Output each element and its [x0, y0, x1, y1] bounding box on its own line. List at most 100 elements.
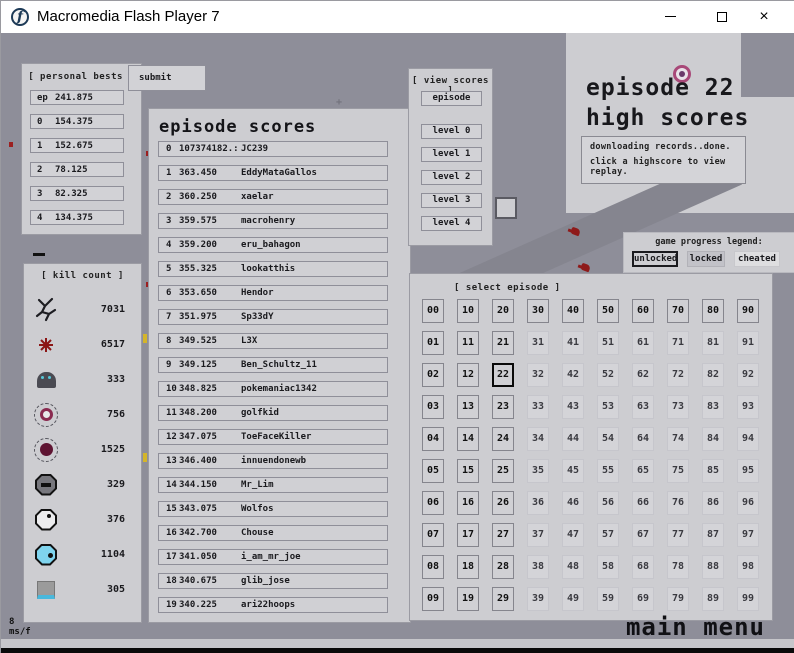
episode-cell-70[interactable]: 70 — [667, 299, 689, 323]
episode-cell-78[interactable]: 78 — [667, 555, 689, 579]
episode-cell-52[interactable]: 52 — [597, 363, 619, 387]
episode-cell-74[interactable]: 74 — [667, 427, 689, 451]
highscore-row[interactable]: 16342.700Chouse — [158, 525, 388, 541]
highscore-row[interactable]: 6353.650Hendor — [158, 285, 388, 301]
highscore-row[interactable]: 17341.050i_am_mr_joe — [158, 549, 388, 565]
episode-cell-62[interactable]: 62 — [632, 363, 654, 387]
episode-cell-10[interactable]: 10 — [457, 299, 479, 323]
episode-cell-33[interactable]: 33 — [527, 395, 549, 419]
episode-cell-87[interactable]: 87 — [702, 523, 724, 547]
episode-cell-04[interactable]: 04 — [422, 427, 444, 451]
episode-cell-97[interactable]: 97 — [737, 523, 759, 547]
view-scores-button-level-1[interactable]: level 1 — [421, 147, 482, 162]
episode-cell-23[interactable]: 23 — [492, 395, 514, 419]
episode-cell-80[interactable]: 80 — [702, 299, 724, 323]
highscore-row[interactable]: 3359.575macrohenry — [158, 213, 388, 229]
episode-cell-86[interactable]: 86 — [702, 491, 724, 515]
episode-cell-95[interactable]: 95 — [737, 459, 759, 483]
highscore-row[interactable]: 19340.225ari22hoops — [158, 597, 388, 613]
episode-cell-35[interactable]: 35 — [527, 459, 549, 483]
episode-cell-01[interactable]: 01 — [422, 331, 444, 355]
episode-cell-16[interactable]: 16 — [457, 491, 479, 515]
episode-cell-11[interactable]: 11 — [457, 331, 479, 355]
episode-cell-32[interactable]: 32 — [527, 363, 549, 387]
episode-cell-88[interactable]: 88 — [702, 555, 724, 579]
episode-cell-26[interactable]: 26 — [492, 491, 514, 515]
episode-cell-96[interactable]: 96 — [737, 491, 759, 515]
episode-cell-76[interactable]: 76 — [667, 491, 689, 515]
episode-cell-99[interactable]: 99 — [737, 587, 759, 611]
episode-cell-46[interactable]: 46 — [562, 491, 584, 515]
highscore-row[interactable]: 7351.975Sp33dY — [158, 309, 388, 325]
episode-cell-42[interactable]: 42 — [562, 363, 584, 387]
maximize-button[interactable] — [701, 1, 743, 32]
episode-cell-19[interactable]: 19 — [457, 587, 479, 611]
episode-cell-64[interactable]: 64 — [632, 427, 654, 451]
episode-cell-14[interactable]: 14 — [457, 427, 479, 451]
episode-cell-68[interactable]: 68 — [632, 555, 654, 579]
episode-cell-93[interactable]: 93 — [737, 395, 759, 419]
main-menu-button[interactable]: main menu — [626, 613, 765, 641]
episode-cell-60[interactable]: 60 — [632, 299, 654, 323]
episode-cell-00[interactable]: 00 — [422, 299, 444, 323]
highscore-row[interactable]: 18340.675glib_jose — [158, 573, 388, 589]
highscore-row[interactable]: 15343.075Wolfos — [158, 501, 388, 517]
episode-cell-53[interactable]: 53 — [597, 395, 619, 419]
episode-cell-56[interactable]: 56 — [597, 491, 619, 515]
view-scores-button-level-3[interactable]: level 3 — [421, 193, 482, 208]
highscore-row[interactable]: 11348.200golfkid — [158, 405, 388, 421]
episode-cell-39[interactable]: 39 — [527, 587, 549, 611]
episode-cell-03[interactable]: 03 — [422, 395, 444, 419]
episode-cell-38[interactable]: 38 — [527, 555, 549, 579]
episode-cell-82[interactable]: 82 — [702, 363, 724, 387]
episode-cell-49[interactable]: 49 — [562, 587, 584, 611]
episode-cell-85[interactable]: 85 — [702, 459, 724, 483]
episode-cell-50[interactable]: 50 — [597, 299, 619, 323]
episode-cell-91[interactable]: 91 — [737, 331, 759, 355]
episode-cell-66[interactable]: 66 — [632, 491, 654, 515]
highscore-row[interactable]: 13346.400innuendonewb — [158, 453, 388, 469]
episode-cell-58[interactable]: 58 — [597, 555, 619, 579]
highscore-row[interactable]: 12347.075ToeFaceKiller — [158, 429, 388, 445]
episode-cell-34[interactable]: 34 — [527, 427, 549, 451]
episode-cell-18[interactable]: 18 — [457, 555, 479, 579]
episode-cell-24[interactable]: 24 — [492, 427, 514, 451]
episode-cell-06[interactable]: 06 — [422, 491, 444, 515]
episode-cell-51[interactable]: 51 — [597, 331, 619, 355]
episode-cell-71[interactable]: 71 — [667, 331, 689, 355]
episode-cell-59[interactable]: 59 — [597, 587, 619, 611]
view-scores-button-level-0[interactable]: level 0 — [421, 124, 482, 139]
episode-cell-40[interactable]: 40 — [562, 299, 584, 323]
episode-cell-02[interactable]: 02 — [422, 363, 444, 387]
view-scores-button-episode[interactable]: episode — [421, 91, 482, 106]
episode-cell-43[interactable]: 43 — [562, 395, 584, 419]
episode-cell-21[interactable]: 21 — [492, 331, 514, 355]
highscore-row[interactable]: 10348.825pokemaniac1342 — [158, 381, 388, 397]
minimize-button[interactable] — [649, 1, 691, 32]
close-button[interactable]: × — [743, 1, 785, 32]
episode-cell-09[interactable]: 09 — [422, 587, 444, 611]
episode-cell-92[interactable]: 92 — [737, 363, 759, 387]
episode-cell-12[interactable]: 12 — [457, 363, 479, 387]
episode-cell-20[interactable]: 20 — [492, 299, 514, 323]
episode-cell-63[interactable]: 63 — [632, 395, 654, 419]
episode-cell-90[interactable]: 90 — [737, 299, 759, 323]
episode-cell-36[interactable]: 36 — [527, 491, 549, 515]
episode-cell-07[interactable]: 07 — [422, 523, 444, 547]
view-scores-button-level-2[interactable]: level 2 — [421, 170, 482, 185]
episode-cell-17[interactable]: 17 — [457, 523, 479, 547]
episode-cell-45[interactable]: 45 — [562, 459, 584, 483]
episode-cell-25[interactable]: 25 — [492, 459, 514, 483]
episode-cell-41[interactable]: 41 — [562, 331, 584, 355]
episode-cell-83[interactable]: 83 — [702, 395, 724, 419]
episode-cell-37[interactable]: 37 — [527, 523, 549, 547]
episode-cell-98[interactable]: 98 — [737, 555, 759, 579]
episode-cell-72[interactable]: 72 — [667, 363, 689, 387]
highscore-row[interactable]: 0107374182.:JC239 — [158, 141, 388, 157]
episode-cell-28[interactable]: 28 — [492, 555, 514, 579]
highscore-row[interactable]: 14344.150Mr_Lim — [158, 477, 388, 493]
episode-cell-30[interactable]: 30 — [527, 299, 549, 323]
episode-cell-57[interactable]: 57 — [597, 523, 619, 547]
view-scores-button-level-4[interactable]: level 4 — [421, 216, 482, 231]
highscore-row[interactable]: 5355.325lookatthis — [158, 261, 388, 277]
